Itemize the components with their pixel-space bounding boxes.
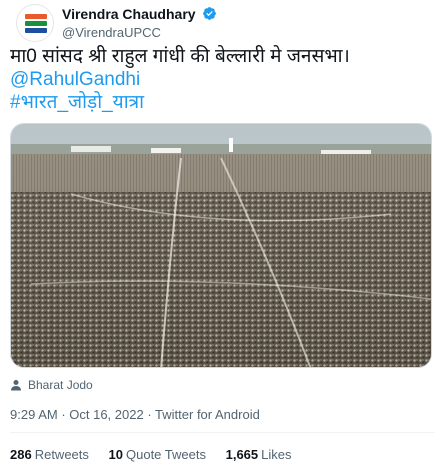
tweet: Virendra Chaudhary @VirendraUPCC मा0 सां… [0,0,445,465]
display-name[interactable]: Virendra Chaudhary [62,6,196,22]
media-tag[interactable]: Bharat Jodo [10,378,93,392]
avatar-flag-green [25,21,47,26]
quote-tweets-stat[interactable]: 10 Quote Tweets [109,447,206,462]
likes-count: 1,665 [225,447,259,462]
quote-label: Quote Tweets [126,447,206,462]
retweets-label: Retweets [34,447,89,462]
divider [10,432,435,433]
verified-badge-icon [202,6,217,21]
avatar-flag-blue [25,28,47,33]
tweet-header: Virendra Chaudhary @VirendraUPCC [10,4,435,44]
tweet-stats: 286 Retweets 10 Quote Tweets 1,665 Likes [10,447,308,462]
tweet-text: मा0 सांसद श्री राहुल गांधी की बेल्लारी म… [10,45,435,114]
handle[interactable]: @VirendraUPCC [62,25,217,40]
meta-separator: · [57,407,70,422]
tweet-source[interactable]: Twitter for Android [155,407,260,422]
quote-count: 10 [108,447,123,462]
tweet-time[interactable]: 9:29 AM [10,407,58,422]
tweet-text-line: मा0 सांसद श्री राहुल गांधी की बेल्लारी म… [10,46,350,67]
crowd-photo [11,124,431,367]
tweet-meta: 9:29 AM · Oct 16, 2022 · Twitter for And… [10,407,260,422]
retweets-count: 286 [10,447,32,462]
mention-link[interactable]: @RahulGandhi [10,68,435,91]
avatar-flag-saffron [25,14,47,19]
likes-label: Likes [261,447,292,462]
author-names: Virendra Chaudhary @VirendraUPCC [62,5,217,40]
likes-stat[interactable]: 1,665 Likes [226,447,292,462]
media-tag-label: Bharat Jodo [28,378,93,392]
tweet-media-image[interactable] [10,123,432,368]
meta-separator-2: · [143,407,156,422]
retweets-stat[interactable]: 286 Retweets [10,447,89,462]
hashtag-link[interactable]: #भारत_जोड़ो_यात्रा [10,91,435,114]
avatar[interactable] [16,4,54,42]
person-icon [10,379,22,391]
tweet-date[interactable]: Oct 16, 2022 [69,407,143,422]
